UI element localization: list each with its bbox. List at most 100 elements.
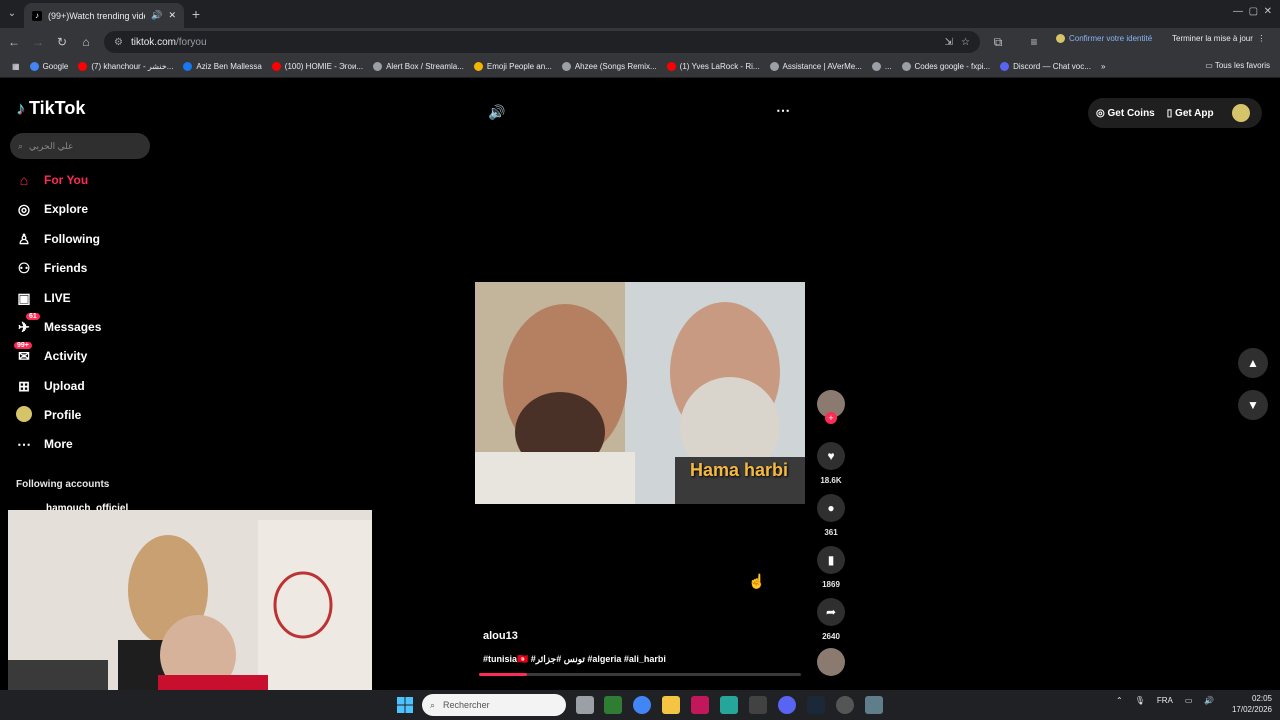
update-button[interactable]: Terminer la mise à jour ⋮ (1172, 34, 1265, 43)
phone-icon: ▯ (1166, 107, 1173, 119)
chrome-icon[interactable] (633, 696, 651, 714)
task-view-icon[interactable] (576, 696, 594, 714)
sidebar-item-live[interactable]: ▣ LIVE (16, 285, 70, 311)
search-placeholder: علي الحربي (29, 140, 74, 151)
get-app-label: Get App (1175, 107, 1214, 119)
windows-start-icon[interactable] (396, 696, 414, 714)
bookmark-item[interactable]: (7) khanchour - خنشر... (78, 62, 173, 71)
tiktok-favicon-icon: ♪ (32, 10, 42, 21)
bookmark-item[interactable]: Codes google - fxpi... (901, 62, 990, 71)
bookmark-item[interactable]: Google (29, 62, 68, 71)
app-icon[interactable] (749, 696, 767, 714)
new-tab-button[interactable]: + (188, 6, 204, 22)
bookmark-item[interactable]: Ahzee (Songs Remix... (561, 62, 657, 71)
steam-icon[interactable] (807, 696, 825, 714)
live-icon: ▣ (17, 289, 31, 306)
save-count: 1869 (822, 580, 840, 589)
top-actions: ◎ Get Coins ▯ Get App (1088, 98, 1262, 128)
sidebar-item-activity[interactable]: ✉ 99+ Activity (14, 341, 87, 369)
bookmark-item[interactable]: Assistance | AVerMe... (769, 62, 862, 71)
get-coins-button[interactable]: ◎ Get Coins (1096, 108, 1155, 119)
network-icon[interactable]: ▭ (1185, 696, 1193, 705)
hand-cursor-icon: ☝ (748, 573, 766, 589)
messages-icon: ✈ 61 (16, 312, 40, 336)
app-icon[interactable] (720, 696, 738, 714)
sidebar-item-following[interactable]: ♙ Following (16, 226, 100, 252)
microphone-icon[interactable]: 🎙 (1135, 696, 1145, 705)
user-avatar[interactable] (1231, 104, 1250, 122)
youtube-icon (666, 62, 676, 71)
bookmark-item[interactable]: Discord — Chat voc... (1000, 62, 1091, 71)
app-icon[interactable] (604, 696, 622, 714)
like-button[interactable]: ♥ 18.6K (815, 442, 847, 485)
search-input[interactable]: ⌕ علي الحربي (10, 133, 150, 159)
bookmark-item[interactable]: ... (871, 62, 892, 71)
system-clock[interactable]: 02:05 17/02/2026 (1222, 693, 1272, 715)
settings-icon[interactable] (865, 696, 883, 714)
next-video-button[interactable]: ▼ (1238, 390, 1268, 420)
discord-icon[interactable] (778, 696, 796, 714)
facebook-icon (183, 62, 193, 71)
identity-prompt[interactable]: Confirmer votre identité (1056, 34, 1152, 43)
sidebar-item-label: Profile (44, 408, 82, 422)
sidebar-item-messages[interactable]: ✈ 61 Messages (16, 312, 101, 340)
bookmark-label: ... (884, 62, 892, 71)
comment-button[interactable]: ● 361 (815, 494, 847, 537)
messages-badge: 61 (26, 312, 40, 320)
video-progress[interactable] (479, 673, 801, 676)
get-coins-label: Get Coins (1107, 107, 1155, 119)
sidebar-item-for-you[interactable]: ⌂ For You (16, 167, 88, 193)
browser-toolbar: ← → ↻ ⌂ ⚙ tiktok.com/foryou ⇲ ☆ ⧉ ≡ Conf… (0, 28, 1280, 56)
video-author[interactable]: alou13 (483, 630, 518, 642)
language-indicator[interactable]: FRA (1157, 696, 1173, 705)
sidebar-item-upload[interactable]: ⊞ Upload (16, 373, 85, 399)
extensions-icon[interactable]: ⧉ (990, 34, 1006, 50)
app-icon[interactable] (836, 696, 854, 714)
sidebar-item-explore[interactable]: ◎ Explore (16, 196, 88, 222)
video-hashtags[interactable]: #tunisia🇹🇳 #تونس #جزائر #algeria #ali_ha… (483, 654, 666, 665)
sidebar-item-friends[interactable]: ⚇ Friends (16, 255, 88, 281)
more-options-icon[interactable]: ⋯ (776, 102, 790, 119)
bookmark-item[interactable]: Alert Box / Streamla... (373, 62, 464, 71)
apps-grid-icon[interactable]: ▦ (12, 62, 20, 71)
share-button[interactable]: ➦ 2640 (815, 598, 847, 641)
volume-icon[interactable]: 🔊 (488, 104, 505, 121)
tiktok-logo[interactable]: ♪ TikTok (16, 98, 85, 119)
file-explorer-icon[interactable] (662, 696, 680, 714)
install-app-icon[interactable]: ⇲ (945, 37, 953, 48)
bookmark-label: Discord — Chat voc... (1013, 62, 1091, 71)
app-icon[interactable] (691, 696, 709, 714)
reload-icon[interactable]: ↻ (54, 34, 70, 50)
follow-plus-icon[interactable]: + (825, 412, 837, 424)
sidebar-item-more[interactable]: ⋯ More (16, 431, 73, 457)
bookmark-item[interactable]: (1) Yves LaRock - Ri... (666, 62, 760, 71)
bookmark-item[interactable]: Emoji People an... (473, 62, 552, 71)
all-favorites[interactable]: ▭ Tous les favoris (1205, 61, 1270, 70)
taskbar-search[interactable]: ⌕ Rechercher (422, 694, 566, 716)
window-controls[interactable]: — ▢ ✕ (1212, 6, 1272, 22)
browser-tab[interactable]: ♪ (99+)Watch trending videos 🔊 ✕ (24, 3, 184, 28)
media-queue-icon[interactable]: ≡ (1026, 34, 1042, 50)
bookmark-item[interactable]: (100) HOMIE - Эгои... (271, 62, 363, 71)
volume-icon[interactable]: 🔊 (1204, 696, 1214, 705)
home-browser-icon[interactable]: ⌂ (78, 34, 94, 50)
creator-avatar[interactable]: + (815, 390, 847, 424)
bookmark-label: (1) Yves LaRock - Ri... (679, 62, 760, 71)
coin-icon: ◎ (1096, 107, 1105, 119)
close-tab-icon[interactable]: ✕ (168, 10, 176, 21)
bookmark-star-icon[interactable]: ☆ (961, 37, 970, 48)
previous-video-button[interactable]: ▲ (1238, 348, 1268, 378)
chevron-up-icon[interactable]: ⌃ (1116, 696, 1123, 705)
speaker-icon[interactable]: 🔊 (151, 10, 162, 21)
sidebar-item-profile[interactable]: Profile (16, 402, 81, 428)
back-icon[interactable]: ← (6, 34, 22, 50)
more-bookmarks-icon[interactable]: » (1101, 62, 1105, 71)
bookmark-item[interactable]: Aziz Ben Mallessa (183, 62, 262, 71)
get-app-button[interactable]: ▯ Get App (1167, 108, 1214, 119)
site-info-icon[interactable]: ⚙ (114, 37, 123, 48)
tab-search-icon[interactable]: ⌄ (4, 6, 20, 22)
music-disc[interactable] (815, 648, 847, 676)
save-button[interactable]: ▮ 1869 (815, 546, 847, 589)
forward-icon[interactable]: → (30, 34, 46, 50)
address-bar[interactable]: ⚙ tiktok.com/foryou ⇲ ☆ (104, 31, 980, 53)
